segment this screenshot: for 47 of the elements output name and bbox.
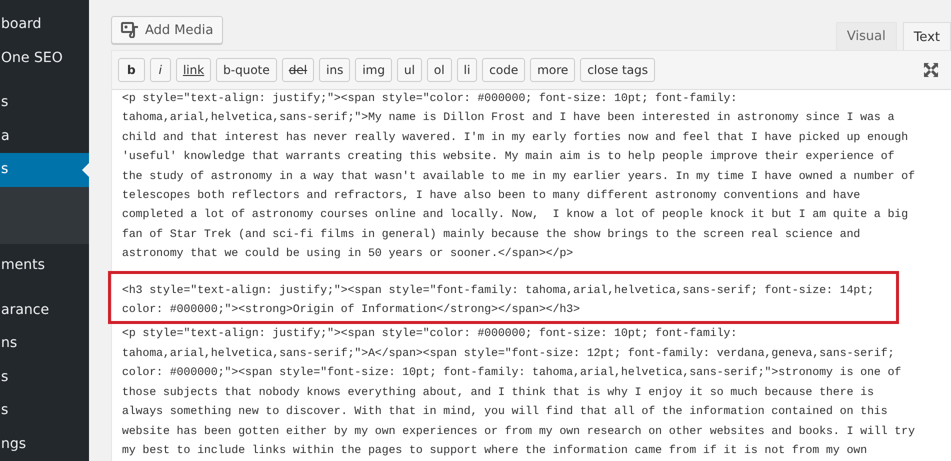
code-line: color: #000000;"><strong>Origin of Information</strong></span></h3> [122,302,581,318]
sidebar-item[interactable]: ns [0,327,89,360]
format-button[interactable]: code [482,58,526,82]
code-line: child and that interest has never really wavered. I'm in my early forties now and feel that I have picked up enough [122,130,910,146]
editor-tab[interactable]: Visual [836,22,897,50]
code-line: tahoma,arial,helvetica,sans-serif;">A</span><span style="font-size: 12pt; font-family: verdana,geneva,sans-serif; [122,346,896,362]
sidebar-item[interactable]: s [0,394,89,428]
format-button[interactable]: ol [426,58,452,82]
code-line: astronomy that we could be using in 50 years or sooner.</span></p> [122,246,574,262]
code-line: 'useful' knowledge that warrants creating this website. My main aim is to help people improve their experience of [122,150,896,166]
code-line: those subjects that nobody knows everything about, and I think that is why I enjoy it so much because there is [122,386,875,401]
sidebar-item[interactable]: ngs [0,428,89,461]
add-media-button[interactable]: Add Media [111,16,224,44]
code-line: always something new to discover. With that in mind, you will find that all of the information contained on this [122,404,889,420]
format-button[interactable]: del [282,58,314,82]
format-button[interactable]: close tags [580,58,655,82]
code-line: <p style="text-align: justify;"><span style="color: #000000; font-size: 10pt; font-family: [122,92,738,107]
code-line: <p style="text-align: justify;"><span style="color: #000000; font-size: 10pt; font-family: [122,326,738,342]
format-button[interactable]: link [176,58,212,82]
sidebar-item[interactable]: s [0,153,89,186]
sidebar-item[interactable]: arance [0,294,89,327]
code-line: telescopes both reflectors and refractors, I have also been to many different astronomy conventions and have [122,188,862,204]
format-button[interactable]: i [150,58,171,82]
media-icon [121,22,139,38]
format-button[interactable]: img [355,58,392,82]
code-line: website has been gotten either by my own experiences or from my own research on other websites and books. I will try [122,424,916,440]
code-line: completed a lot of astronomy courses online and locally. Now, I know a lot of people knock it but I am quite a big [122,208,910,224]
sidebar-item[interactable]: s [0,360,89,394]
sidebar-item[interactable]: a [0,120,89,153]
fullscreen-icon[interactable] [923,62,939,78]
sidebar-item[interactable]: One SEO [0,42,89,75]
code-line: <h3 style="text-align: justify;"><span style="font-family: tahoma,arial,helvetica,sans-serif; font-size: 14pt; [122,284,875,299]
sidebar-item[interactable]: s [0,86,89,120]
format-button[interactable]: b [118,58,145,82]
format-button[interactable]: ul [396,58,422,82]
code-line: the study of astronomy in a way that wasn't available to me in my earlier years. In my time I have owned a number of [122,170,916,185]
editor-tab[interactable]: Text [902,22,951,51]
format-button[interactable]: li [456,58,478,82]
sidebar-item[interactable]: board [0,8,89,42]
code-line: tahoma,arial,helvetica,sans-serif;">My name is Dillon Frost and I have been interested in astronomy since I was a [122,110,896,126]
format-button[interactable]: more [530,58,576,82]
code-line: color: #000000;"><span style="font-size: 10pt; font-family: tahoma,arial,helvetica,sans-serif;">stronomy is one of [122,366,902,382]
code-line: fan of Star Trek (and sci-fi films in general) mainly because the show brings to the screen real science and [122,228,862,243]
format-button[interactable]: ins [319,58,350,82]
format-button[interactable]: b-quote [216,58,277,82]
sidebar-item[interactable]: ments [0,249,89,282]
code-line: my best to include links within the pages to support where the information came from if it is not from my own [122,444,868,459]
